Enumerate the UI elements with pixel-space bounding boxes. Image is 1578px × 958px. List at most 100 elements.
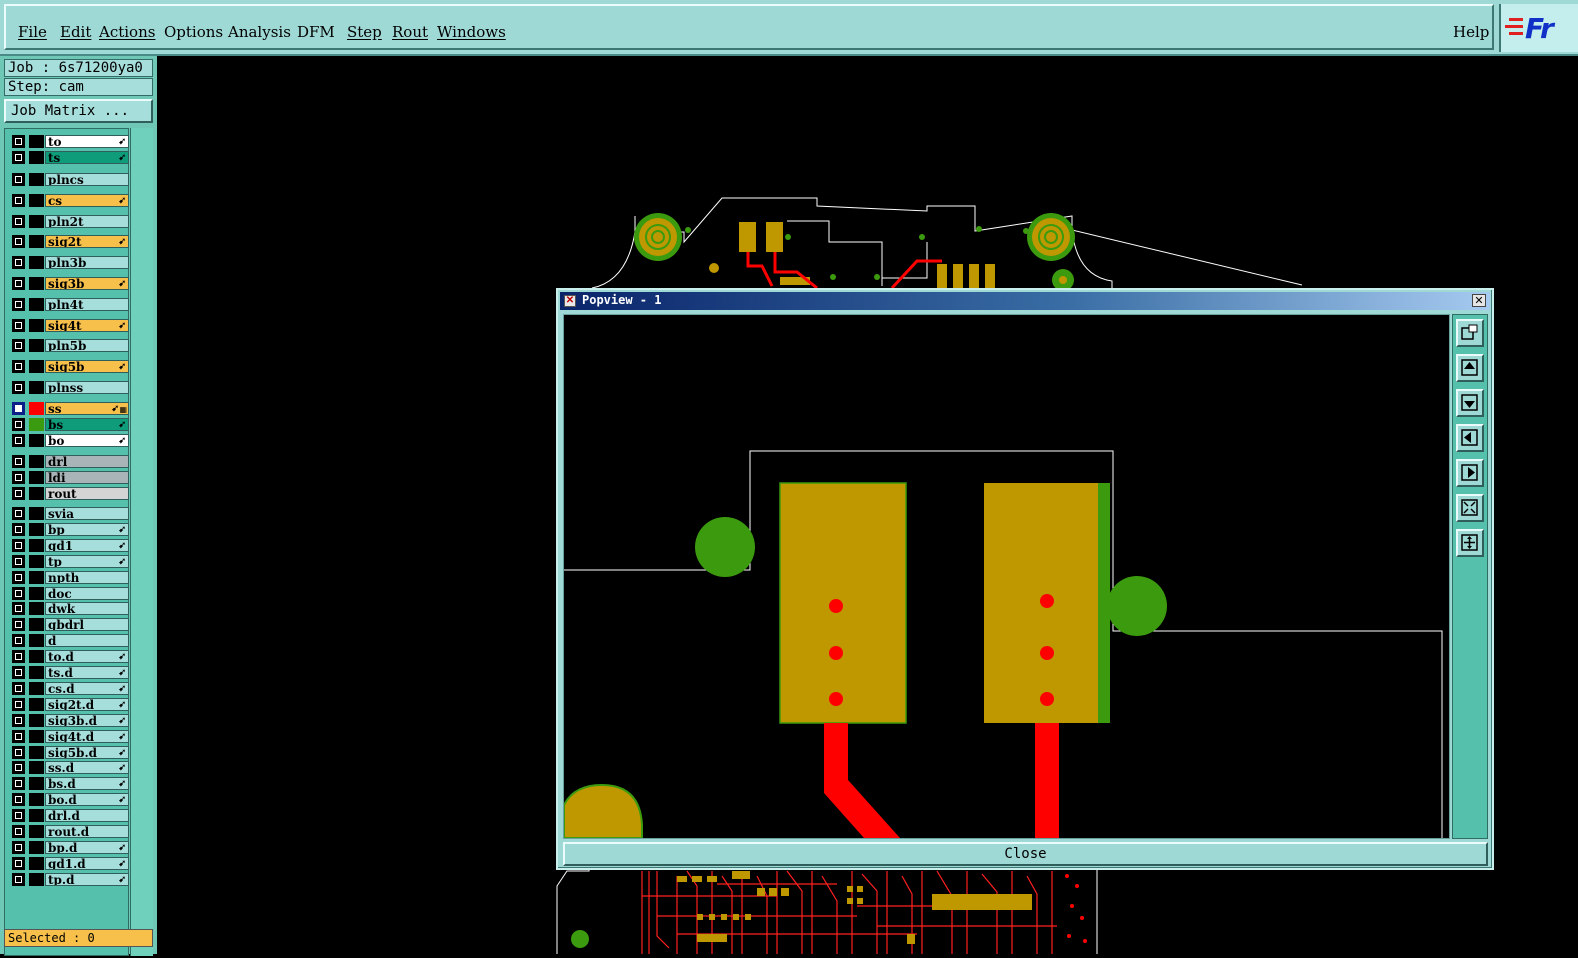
layer-color-swatch[interactable] [29,761,44,775]
layer-name[interactable]: ts ➹ [45,151,129,164]
layer-color-swatch[interactable] [29,135,44,148]
layer-color-swatch[interactable] [29,277,44,290]
menu-edit[interactable]: Edit [60,23,91,41]
layer-color-swatch[interactable] [29,840,44,854]
layer-name[interactable]: dwk [45,602,129,616]
layer-color-swatch[interactable] [29,455,44,468]
layer-name[interactable]: bs.d ➹ [45,777,129,791]
layer-checkbox[interactable] [12,522,25,536]
layer-checkbox[interactable] [12,214,25,228]
layer-checkbox[interactable] [12,507,25,520]
layer-checkbox[interactable] [12,793,25,807]
layer-row-sig3b-d[interactable]: sig3b.d ➹ [9,713,129,728]
layer-row-drl[interactable]: drl [9,455,129,469]
layer-name[interactable]: sig5b ➹ [45,360,129,374]
layer-name[interactable]: rout [45,487,129,500]
layer-row-bo-d[interactable]: bo.d ➹ [9,793,129,807]
layer-row-npth[interactable]: npth [9,570,129,585]
layer-row-drl-d[interactable]: drl.d [9,809,129,823]
layer-row-sig5b[interactable]: sig5b ➹ [9,360,129,374]
layer-color-swatch[interactable] [29,825,44,838]
layer-name[interactable]: bs ➹ [45,418,129,431]
layer-checkbox[interactable] [12,856,25,870]
layer-checkbox[interactable] [12,554,25,568]
layer-name[interactable]: cs ➹ [45,193,129,207]
layer-name[interactable]: ss ➹ ▦ [45,402,129,415]
layer-checkbox[interactable] [12,339,25,353]
layer-checkbox[interactable] [12,151,25,164]
layer-color-swatch[interactable] [29,745,44,759]
layer-name[interactable]: plncs [45,173,129,186]
layer-name[interactable]: ts.d ➹ [45,666,129,679]
layer-name[interactable]: doc [45,586,129,600]
layer-row-sig2t-d[interactable]: sig2t.d ➹ [9,697,129,712]
layer-row-doc[interactable]: doc [9,586,129,601]
layer-row-gbdrl[interactable]: gbdrl [9,618,129,632]
layer-name[interactable]: pln4t [45,297,129,311]
layer-checkbox[interactable] [12,745,25,759]
layer-color-swatch[interactable] [29,538,44,552]
layer-color-swatch[interactable] [29,151,44,164]
layer-name[interactable]: pln3b [45,256,129,270]
layer-name[interactable]: to ➹ [45,135,129,148]
layer-row-ss-d[interactable]: ss.d ➹ [9,761,129,775]
layer-row-bo[interactable]: bo ➹ [9,434,129,448]
layer-row-dwk[interactable]: dwk [9,602,129,616]
layer-row-pln5b[interactable]: pln5b [9,339,129,353]
layer-checkbox[interactable] [12,840,25,854]
layer-row-sig2t[interactable]: sig2t ➹ [9,235,129,249]
layer-color-swatch[interactable] [29,666,44,679]
layer-color-swatch[interactable] [29,681,44,695]
layer-name[interactable]: svia [45,507,129,520]
layer-name[interactable]: tp.d ➹ [45,872,129,886]
layer-checkbox[interactable] [12,872,25,886]
menu-options[interactable]: Options [164,23,223,41]
layer-name[interactable]: sig5b.d ➹ [45,745,129,759]
menu-help[interactable]: Help [1453,23,1489,41]
layer-name[interactable]: sig3b ➹ [45,277,129,290]
popview-window[interactable]: ✕ Popview - 1 ✕ Close [556,288,1494,870]
layer-color-swatch[interactable] [29,297,44,311]
layer-color-swatch[interactable] [29,697,44,711]
layer-color-swatch[interactable] [29,507,44,520]
layer-color-swatch[interactable] [29,634,44,648]
layer-color-swatch[interactable] [29,793,44,807]
layer-row-cs-d[interactable]: cs.d ➹ [9,681,129,696]
layer-checkbox[interactable] [12,666,25,679]
layer-row-cs[interactable]: cs ➹ [9,193,129,208]
layer-checkbox[interactable] [12,570,25,584]
layer-checkbox[interactable] [12,135,25,148]
layer-name[interactable]: sig4t ➹ [45,318,129,332]
layer-color-swatch[interactable] [29,173,44,186]
layer-name[interactable]: drl.d [45,809,129,823]
layer-checkbox[interactable] [12,825,25,838]
layer-checkbox[interactable] [12,455,25,468]
layer-color-swatch[interactable] [29,487,44,500]
layer-row-to[interactable]: to ➹ [9,135,129,149]
layer-row-pln2t[interactable]: pln2t [9,214,129,229]
popview-titlebar[interactable]: ✕ Popview - 1 ✕ [560,292,1490,310]
layer-row-sig4t-d[interactable]: sig4t.d ➹ [9,729,129,744]
layer-name[interactable]: gd1 ➹ [45,538,129,552]
layer-checkbox[interactable] [12,602,25,616]
layer-name[interactable]: bo.d ➹ [45,793,129,807]
layer-color-swatch[interactable] [29,235,44,249]
menu-step[interactable]: Step [347,23,382,41]
layer-color-swatch[interactable] [29,872,44,886]
menu-dfm[interactable]: DFM [297,23,335,41]
layer-checkbox[interactable] [12,586,25,600]
layer-checkbox[interactable] [12,487,25,500]
layer-name[interactable]: sig3b.d ➹ [45,713,129,727]
layer-row-bp[interactable]: bp ➹ [9,522,129,537]
layer-checkbox[interactable] [12,618,25,632]
layer-color-swatch[interactable] [29,193,44,207]
layer-checkbox[interactable] [12,173,25,186]
close-icon[interactable]: ✕ [1472,294,1486,307]
layer-color-swatch[interactable] [29,713,44,727]
layer-row-ts[interactable]: ts ➹ [9,151,129,165]
layer-name[interactable]: bo ➹ [45,434,129,447]
layer-checkbox[interactable] [12,697,25,711]
layer-name[interactable]: d [45,634,129,648]
layer-name[interactable]: sig4t.d ➹ [45,729,129,743]
layer-checkbox[interactable] [12,434,25,447]
